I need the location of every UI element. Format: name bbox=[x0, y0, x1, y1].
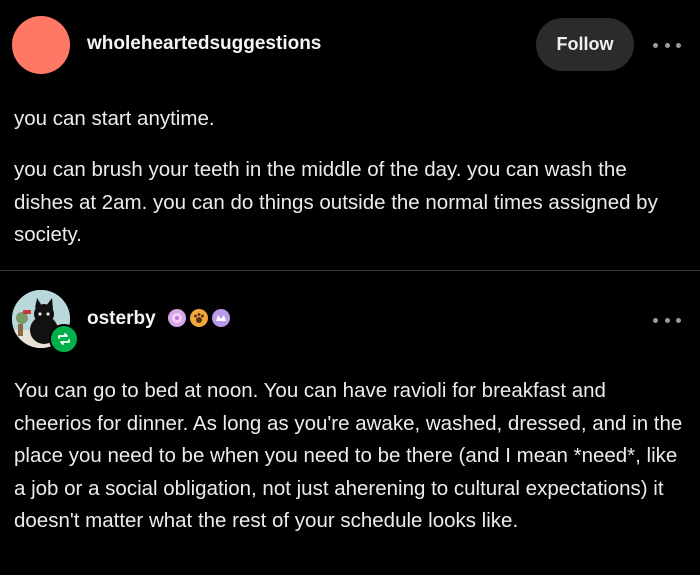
avatar[interactable] bbox=[12, 16, 70, 74]
pink-badge-icon bbox=[168, 309, 186, 327]
more-options-icon[interactable] bbox=[653, 316, 681, 324]
follow-button[interactable]: Follow bbox=[536, 18, 634, 71]
reblog-icon bbox=[49, 324, 79, 354]
purple-badge-icon bbox=[212, 309, 230, 327]
post-paragraph: you can brush your teeth in the middle o… bbox=[14, 158, 658, 246]
reblogger-username[interactable]: osterby bbox=[87, 308, 156, 330]
post-paragraph: you can start anytime. bbox=[14, 107, 215, 130]
post-username[interactable]: wholeheartedsuggestions bbox=[87, 33, 321, 55]
reblog-paragraph: You can go to bed at noon. You can have … bbox=[14, 379, 683, 532]
more-options-icon[interactable] bbox=[653, 41, 681, 49]
pawprint-badge-icon bbox=[190, 309, 208, 327]
user-badges bbox=[167, 308, 231, 328]
post-wholeheartedsuggestions: wholeheartedsuggestions Follow you can s… bbox=[0, 0, 700, 270]
